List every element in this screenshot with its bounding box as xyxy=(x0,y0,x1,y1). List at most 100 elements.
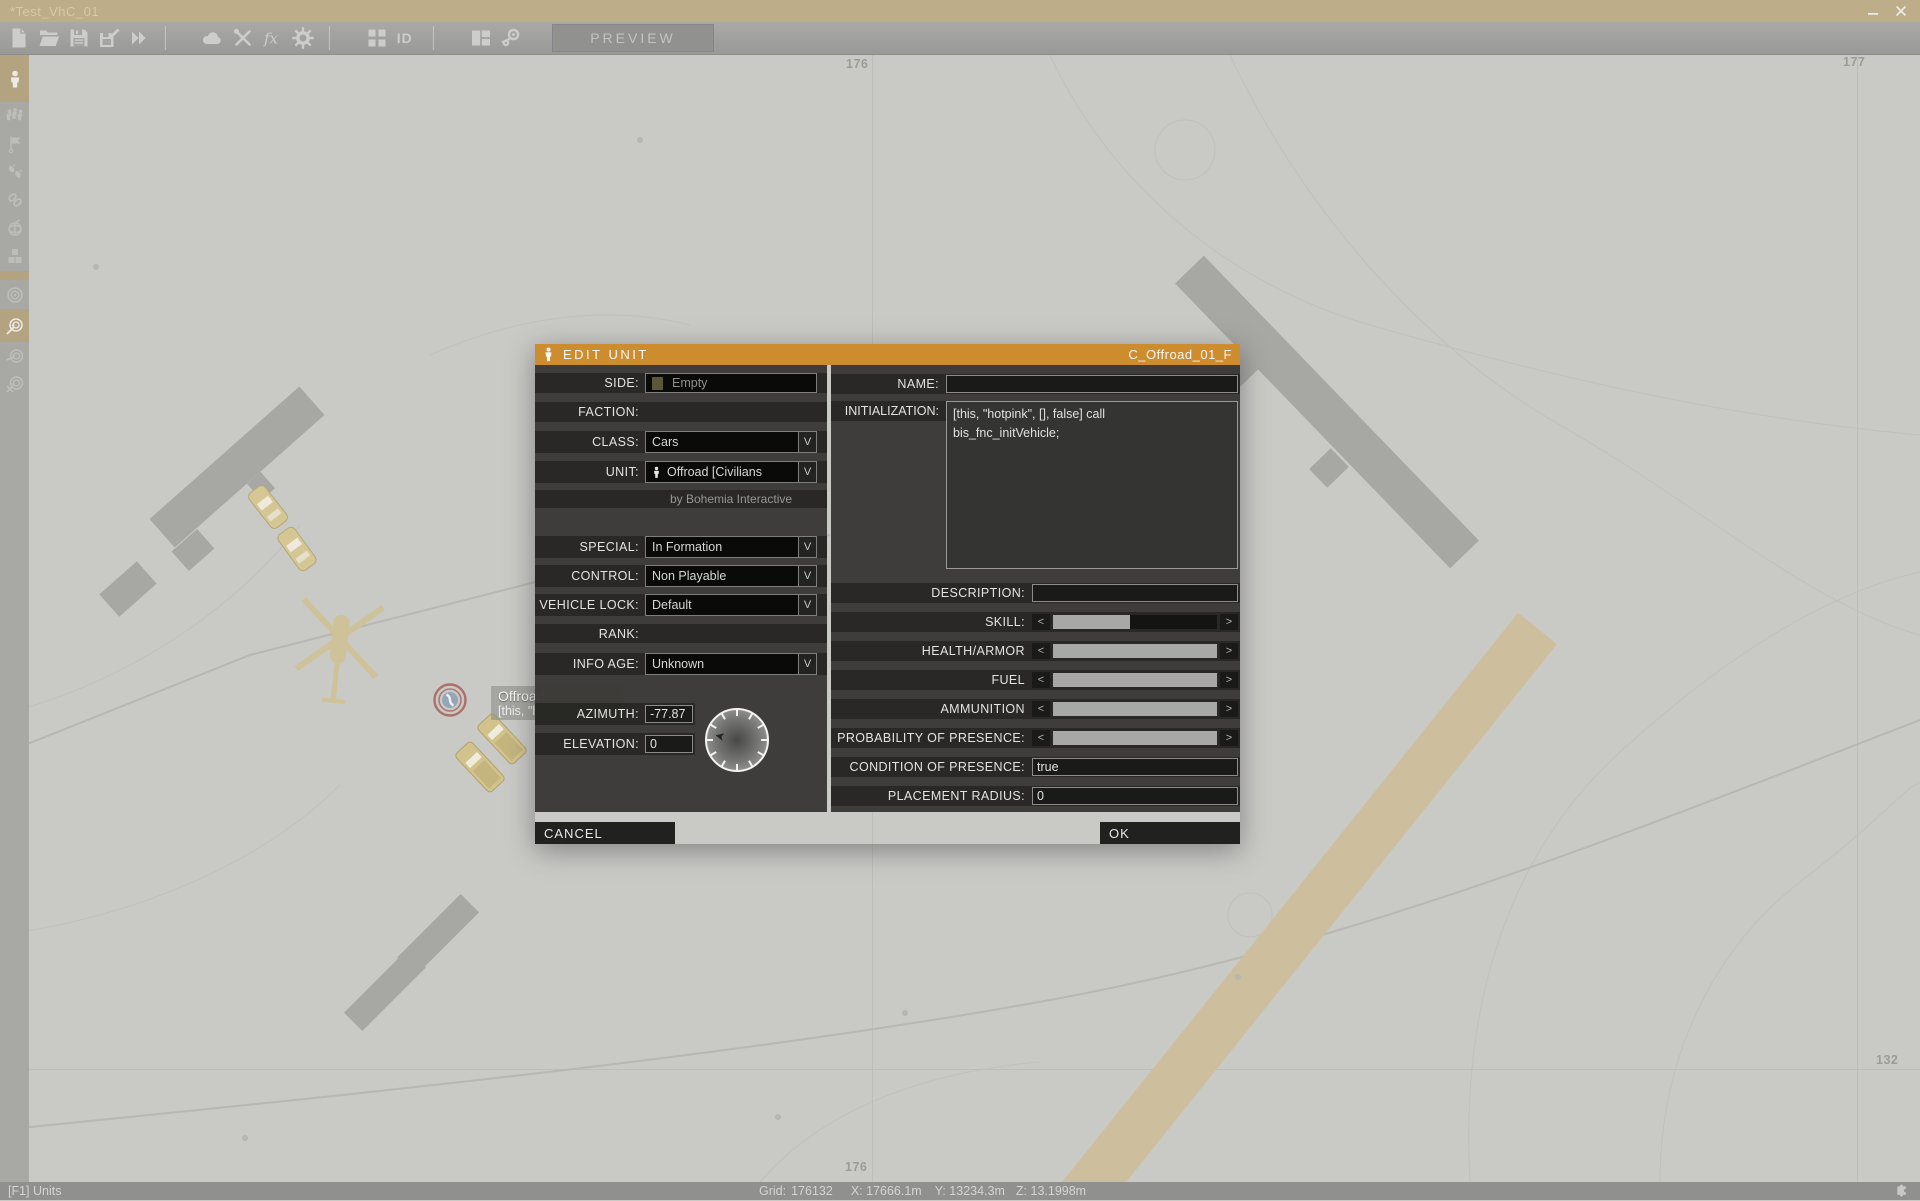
skill-increase-button[interactable]: > xyxy=(1220,614,1238,630)
condition-input[interactable] xyxy=(1032,758,1238,776)
chevron-down-icon[interactable]: V xyxy=(798,432,816,452)
health-armor-increase-button[interactable]: > xyxy=(1220,643,1238,659)
vehicle-lock-dropdown[interactable]: Default V xyxy=(645,594,817,616)
health-armor-track[interactable] xyxy=(1053,644,1217,658)
author-byline: by Bohemia Interactive xyxy=(645,490,817,508)
cancel-button[interactable]: CANCEL xyxy=(535,822,675,844)
azimuth-row: AZIMUTH: xyxy=(535,703,695,725)
fuel-decrease-button[interactable]: < xyxy=(1032,672,1050,688)
layout-button[interactable] xyxy=(468,25,494,51)
merge-arrows-icon xyxy=(127,26,151,50)
author-row: by Bohemia Interactive xyxy=(535,490,827,508)
merge-button[interactable] xyxy=(126,25,152,51)
control-dropdown[interactable]: Non Playable V xyxy=(645,565,817,587)
toolbar-separator xyxy=(432,26,434,50)
sidebar-item-modules[interactable] xyxy=(0,242,29,270)
show-textures-button[interactable] xyxy=(364,25,390,51)
probability-row: PROBABILITY OF PRESENCE: < > xyxy=(831,728,1240,748)
class-dropdown[interactable]: Cars V xyxy=(645,431,817,453)
health-armor-slider[interactable]: < > xyxy=(1032,641,1238,661)
window-title: *Test_VhC_01 xyxy=(10,4,99,19)
intel-weather-button[interactable] xyxy=(200,25,226,51)
status-x: X: 17666.1m xyxy=(851,1184,922,1198)
sidebar-item-target[interactable] xyxy=(0,281,29,309)
save-icon xyxy=(67,26,91,50)
sidebar-item-units[interactable] xyxy=(0,55,29,102)
skill-track[interactable] xyxy=(1053,615,1217,629)
close-button[interactable] xyxy=(1892,3,1910,19)
initialization-textarea[interactable]: [this, "hotpink", [], false] call bis_fn… xyxy=(946,401,1238,569)
sidebar-item-triggers[interactable] xyxy=(0,130,29,158)
probability-track[interactable] xyxy=(1053,731,1217,745)
ammunition-decrease-button[interactable]: < xyxy=(1032,701,1050,717)
unit-dropdown[interactable]: Offroad [Civilians V xyxy=(645,461,817,483)
faction-row: FACTION: xyxy=(535,402,827,422)
control-label: CONTROL: xyxy=(535,569,645,583)
special-dropdown[interactable]: In Formation V xyxy=(645,536,817,558)
fuel-increase-button[interactable]: > xyxy=(1220,672,1238,688)
chevron-down-icon[interactable]: V xyxy=(798,537,816,557)
sidebar-item-target-arrow-alt[interactable] xyxy=(0,342,29,370)
probability-slider[interactable]: < > xyxy=(1032,728,1238,748)
dialog-header: EDIT UNIT C_Offroad_01_F xyxy=(535,344,1240,365)
open-mission-button[interactable] xyxy=(36,25,62,51)
probability-increase-button[interactable]: > xyxy=(1220,730,1238,746)
chevron-down-icon[interactable]: V xyxy=(798,595,816,615)
probability-decrease-button[interactable]: < xyxy=(1032,730,1050,746)
unit-row: UNIT: Offroad [Civilians V xyxy=(535,461,827,483)
steam-publish-button[interactable] xyxy=(498,25,524,51)
side-dropdown[interactable]: Empty xyxy=(645,373,817,393)
sidebar-item-markers[interactable] xyxy=(0,214,29,242)
skill-decrease-button[interactable]: < xyxy=(1032,614,1050,630)
azimuth-input[interactable] xyxy=(645,705,693,723)
name-input[interactable] xyxy=(946,375,1238,393)
minimize-button[interactable] xyxy=(1864,3,1882,19)
preview-button[interactable]: PREVIEW xyxy=(552,24,714,52)
info-age-dropdown[interactable]: Unknown V xyxy=(645,653,817,675)
fuel-label: FUEL xyxy=(831,673,1032,687)
target-arrow-alt-icon xyxy=(5,346,25,366)
new-mission-button[interactable] xyxy=(6,25,32,51)
health-armor-label: HEALTH/ARMOR xyxy=(831,644,1032,658)
description-input[interactable] xyxy=(1032,584,1238,602)
target-cross-icon xyxy=(5,374,25,394)
editor-mode-sidebar xyxy=(0,55,29,1182)
health-armor-decrease-button[interactable]: < xyxy=(1032,643,1050,659)
chevron-down-icon[interactable]: V xyxy=(798,462,816,482)
name-row: NAME: xyxy=(831,374,1240,394)
unit-person-icon xyxy=(543,347,554,362)
dialog-right-panel: NAME: INITIALIZATION: [this, "hotpink", … xyxy=(831,365,1240,812)
skill-label: SKILL: xyxy=(831,615,1032,629)
sidebar-item-target-cross[interactable] xyxy=(0,370,29,398)
gear-icon xyxy=(291,26,315,50)
chevron-down-icon[interactable]: V xyxy=(798,654,816,674)
fuel-slider[interactable]: < > xyxy=(1032,670,1238,690)
functions-button[interactable]: fx xyxy=(260,25,286,51)
placement-radius-input[interactable] xyxy=(1032,787,1238,805)
save-button[interactable] xyxy=(66,25,92,51)
sidebar-item-synchronize[interactable] xyxy=(0,186,29,214)
elevation-input[interactable] xyxy=(645,735,693,753)
fuel-track[interactable] xyxy=(1053,673,1217,687)
condition-label: CONDITION OF PRESENCE: xyxy=(831,760,1032,774)
skill-slider[interactable]: < > xyxy=(1032,612,1238,632)
tools-button[interactable] xyxy=(230,25,256,51)
save-as-button[interactable] xyxy=(96,25,122,51)
sidebar-item-waypoints[interactable] xyxy=(0,158,29,186)
description-label: DESCRIPTION: xyxy=(831,586,1032,600)
ammunition-track[interactable] xyxy=(1053,702,1217,716)
ammunition-increase-button[interactable]: > xyxy=(1220,701,1238,717)
health-armor-fill xyxy=(1053,644,1217,658)
chevron-down-icon[interactable]: V xyxy=(798,566,816,586)
settings-button[interactable] xyxy=(290,25,316,51)
azimuth-dial[interactable] xyxy=(702,705,772,775)
sidebar-item-groups[interactable] xyxy=(0,102,29,130)
side-row: SIDE: Empty xyxy=(535,373,827,393)
ok-button[interactable]: OK xyxy=(1100,822,1240,844)
sidebar-item-target-arrow[interactable] xyxy=(0,309,29,342)
show-ids-button[interactable]: ID xyxy=(394,25,420,51)
ammunition-slider[interactable]: < > xyxy=(1032,699,1238,719)
class-value: Cars xyxy=(652,435,678,449)
dialog-title: EDIT UNIT xyxy=(563,347,649,362)
vehicle-lock-value: Default xyxy=(652,598,692,612)
